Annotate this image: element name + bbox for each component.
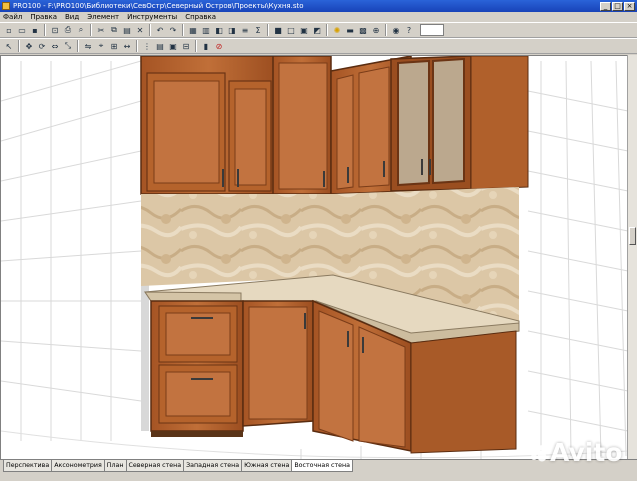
vertical-scrollbar[interactable]: [627, 55, 637, 459]
save-icon[interactable]: ▪: [29, 24, 41, 36]
menu-file[interactable]: Файл: [3, 13, 22, 21]
move-icon[interactable]: ⇔: [49, 40, 61, 52]
properties-icon[interactable]: ▦: [187, 24, 199, 36]
tab-perspective[interactable]: Перспектива: [3, 460, 53, 472]
tab-plan[interactable]: План: [103, 460, 127, 472]
upper-cabinets: [140, 56, 529, 195]
print-preview-icon[interactable]: ⊡: [49, 24, 61, 36]
title-bar: PRO100 - F:\PRO100\Библиотеки\СевОстр\Се…: [0, 0, 637, 12]
watermark-text: Avito: [550, 438, 623, 467]
undo-icon[interactable]: ↶: [154, 24, 166, 36]
lock-icon[interactable]: ▮: [200, 40, 212, 52]
paste-icon[interactable]: ▤: [121, 24, 133, 36]
sum-icon[interactable]: Σ: [252, 24, 264, 36]
materials-icon[interactable]: ◧: [213, 24, 225, 36]
align-icon[interactable]: ≡: [239, 24, 251, 36]
zoom-field[interactable]: [420, 24, 444, 36]
delete-icon[interactable]: ✕: [134, 24, 146, 36]
help-icon[interactable]: ?: [403, 24, 415, 36]
pan-icon[interactable]: ✥: [23, 40, 35, 52]
toolbar-separator: [326, 24, 328, 36]
minimize-button[interactable]: _: [600, 1, 611, 11]
menu-edit[interactable]: Правка: [30, 13, 57, 21]
toolbar-separator: [90, 24, 92, 36]
shading-icon[interactable]: ◩: [311, 24, 323, 36]
ruler-icon[interactable]: ▬: [344, 24, 356, 36]
redo-icon[interactable]: ↷: [167, 24, 179, 36]
backsplash-left: [141, 194, 333, 286]
eye-icon[interactable]: ◉: [390, 24, 402, 36]
avito-logo-icon: [530, 444, 547, 461]
view-wire-icon[interactable]: □: [285, 24, 297, 36]
select-arrow-icon[interactable]: ↖: [3, 40, 15, 52]
toolbar-separator: [44, 24, 46, 36]
print-icon[interactable]: ⎙: [62, 24, 74, 36]
toolbar-separator: [195, 40, 197, 52]
toolbar-separator: [182, 24, 184, 36]
mirror-icon[interactable]: ⇋: [82, 40, 94, 52]
tab-south-wall[interactable]: Южная стена: [241, 460, 293, 472]
group-icon[interactable]: ▣: [167, 40, 179, 52]
menu-tools[interactable]: Инструменты: [127, 13, 177, 21]
elements-icon[interactable]: ◨: [226, 24, 238, 36]
tab-west-wall[interactable]: Западная стена: [183, 460, 243, 472]
toolbar-separator: [385, 24, 387, 36]
stack-icon[interactable]: ▤: [154, 40, 166, 52]
snap-icon[interactable]: ⌖: [95, 40, 107, 52]
distribute-icon[interactable]: ⋮: [141, 40, 153, 52]
tab-north-wall[interactable]: Северная стена: [125, 460, 185, 472]
open-icon[interactable]: ▭: [16, 24, 28, 36]
bind-icon[interactable]: ⊞: [108, 40, 120, 52]
kitchen-render: [1, 56, 628, 460]
toolbar-separator: [149, 24, 151, 36]
grid-icon[interactable]: ▩: [357, 24, 369, 36]
library-icon[interactable]: ▥: [200, 24, 212, 36]
scale-icon[interactable]: ⤡: [62, 40, 74, 52]
scroll-thumb[interactable]: [629, 227, 636, 245]
toolbar-separator: [136, 40, 138, 52]
ungroup-icon[interactable]: ⊟: [180, 40, 192, 52]
toolbar-separator: [77, 40, 79, 52]
tab-east-wall[interactable]: Восточная стена: [291, 460, 353, 472]
toolbar-separator: [18, 40, 20, 52]
stop-icon[interactable]: ⊘: [213, 40, 225, 52]
zoom-icon[interactable]: ⊕: [370, 24, 382, 36]
menu-bar: Файл Правка Вид Элемент Инструменты Спра…: [0, 12, 637, 22]
view-solid-icon[interactable]: ■: [272, 24, 284, 36]
maximize-button[interactable]: □: [612, 1, 623, 11]
avito-watermark: Avito: [528, 438, 622, 467]
tab-axonometry[interactable]: Аксонометрия: [51, 460, 105, 472]
3d-viewport[interactable]: [0, 55, 628, 460]
main-toolbar: ▫ ▭ ▪ ⊡ ⎙ ⌕ ✂ ⧉ ▤ ✕ ↶ ↷ ▦ ▥ ◧ ◨ ≡ Σ ■ □ ▣ ◩ ✺ ▬ ▩ ⊕ ◉?: [0, 22, 637, 38]
new-icon[interactable]: ▫: [3, 24, 15, 36]
menu-help[interactable]: Справка: [185, 13, 216, 21]
app-icon: [2, 2, 10, 10]
menu-view[interactable]: Вид: [65, 13, 79, 21]
window-title: PRO100 - F:\PRO100\Библиотеки\СевОстр\Се…: [13, 2, 304, 10]
toolbar-separator: [267, 24, 269, 36]
copy-icon[interactable]: ⧉: [108, 24, 120, 36]
rotate-icon[interactable]: ⟳: [36, 40, 48, 52]
menu-element[interactable]: Элемент: [87, 13, 119, 21]
dimension-icon[interactable]: ↔: [121, 40, 133, 52]
edit-toolbar: ↖ ✥ ⟳ ⇔ ⤡ ⇋ ⌖ ⊞ ↔ ⋮ ▤ ▣ ⊟ ▮ ⊘: [0, 38, 637, 54]
view-textured-icon[interactable]: ▣: [298, 24, 310, 36]
find-icon[interactable]: ⌕: [75, 24, 87, 36]
close-button[interactable]: ×: [624, 1, 635, 11]
lightbulb-icon[interactable]: ✺: [331, 24, 343, 36]
cut-icon[interactable]: ✂: [95, 24, 107, 36]
